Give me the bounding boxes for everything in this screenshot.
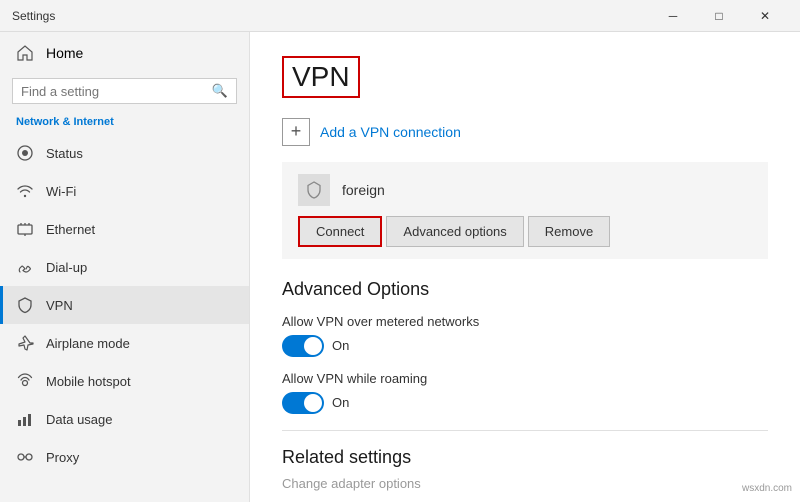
title-bar-title: Settings	[12, 9, 55, 23]
vpn-card-header: foreign	[298, 174, 752, 206]
toggle-roaming-switch[interactable]	[282, 392, 324, 414]
home-icon	[16, 44, 34, 62]
sidebar-item-hotspot-label: Mobile hotspot	[46, 374, 131, 389]
sidebar-item-datausage[interactable]: Data usage	[0, 400, 249, 438]
main-content: VPN + Add a VPN connection foreign Conne…	[250, 32, 800, 502]
watermark: wsxdn.com	[742, 483, 792, 494]
proxy-icon	[16, 448, 34, 466]
search-input[interactable]	[21, 84, 206, 99]
sidebar-item-dialup[interactable]: Dial-up	[0, 248, 249, 286]
title-bar: Settings ─ □ ✕	[0, 0, 800, 32]
sidebar-item-vpn[interactable]: VPN	[0, 286, 249, 324]
sidebar-item-status-label: Status	[46, 146, 83, 161]
sidebar: Home 🔍 Network & Internet Status	[0, 32, 250, 502]
sidebar-item-airplane-label: Airplane mode	[46, 336, 130, 351]
toggle-metered-switch[interactable]	[282, 335, 324, 357]
related-settings-title: Related settings	[282, 447, 768, 468]
status-icon	[16, 144, 34, 162]
dialup-icon	[16, 258, 34, 276]
sidebar-item-datausage-label: Data usage	[46, 412, 113, 427]
ethernet-icon	[16, 220, 34, 238]
section-divider	[282, 430, 768, 431]
advanced-options-title: Advanced Options	[282, 279, 768, 300]
advanced-options-button[interactable]: Advanced options	[386, 216, 523, 247]
sidebar-section-title: Network & Internet	[0, 112, 249, 134]
sidebar-item-wifi-label: Wi-Fi	[46, 184, 76, 199]
sidebar-item-airplane[interactable]: Airplane mode	[0, 324, 249, 362]
toggle-roaming-label: Allow VPN while roaming	[282, 371, 768, 386]
sidebar-item-ethernet-label: Ethernet	[46, 222, 95, 237]
toggle-metered-label: Allow VPN over metered networks	[282, 314, 768, 329]
search-icon: 🔍	[212, 83, 228, 99]
vpn-connection-icon	[298, 174, 330, 206]
maximize-button[interactable]: □	[696, 0, 742, 32]
sidebar-home-label: Home	[46, 45, 83, 61]
sidebar-item-proxy[interactable]: Proxy	[0, 438, 249, 476]
toggle-roaming-state: On	[332, 395, 349, 410]
toggle-metered-networks: Allow VPN over metered networks On	[282, 314, 768, 357]
vpn-icon	[16, 296, 34, 314]
change-adapter-link[interactable]: Change adapter options	[282, 476, 768, 491]
toggle-metered-state: On	[332, 338, 349, 353]
page-title: VPN	[282, 56, 360, 98]
remove-button[interactable]: Remove	[528, 216, 610, 247]
vpn-action-buttons: Connect Advanced options Remove	[298, 216, 752, 247]
toggle-roaming: Allow VPN while roaming On	[282, 371, 768, 414]
sidebar-item-ethernet[interactable]: Ethernet	[0, 210, 249, 248]
sidebar-item-proxy-label: Proxy	[46, 450, 79, 465]
search-box[interactable]: 🔍	[12, 78, 237, 104]
add-icon: +	[282, 118, 310, 146]
wifi-icon	[16, 182, 34, 200]
sidebar-item-vpn-label: VPN	[46, 298, 73, 313]
vpn-connection-name: foreign	[342, 182, 385, 198]
toggle-roaming-control[interactable]: On	[282, 392, 768, 414]
sidebar-item-hotspot[interactable]: Mobile hotspot	[0, 362, 249, 400]
minimize-button[interactable]: ─	[650, 0, 696, 32]
title-bar-controls: ─ □ ✕	[650, 0, 788, 32]
app-body: Home 🔍 Network & Internet Status	[0, 32, 800, 502]
add-vpn-button[interactable]: + Add a VPN connection	[282, 118, 768, 146]
sidebar-item-home[interactable]: Home	[0, 32, 249, 74]
connect-button[interactable]: Connect	[298, 216, 382, 247]
sidebar-item-wifi[interactable]: Wi-Fi	[0, 172, 249, 210]
add-vpn-label: Add a VPN connection	[320, 124, 461, 140]
sidebar-item-dialup-label: Dial-up	[46, 260, 87, 275]
hotspot-icon	[16, 372, 34, 390]
datausage-icon	[16, 410, 34, 428]
sidebar-item-status[interactable]: Status	[0, 134, 249, 172]
airplane-icon	[16, 334, 34, 352]
close-button[interactable]: ✕	[742, 0, 788, 32]
toggle-metered-control[interactable]: On	[282, 335, 768, 357]
vpn-card: foreign Connect Advanced options Remove	[282, 162, 768, 259]
